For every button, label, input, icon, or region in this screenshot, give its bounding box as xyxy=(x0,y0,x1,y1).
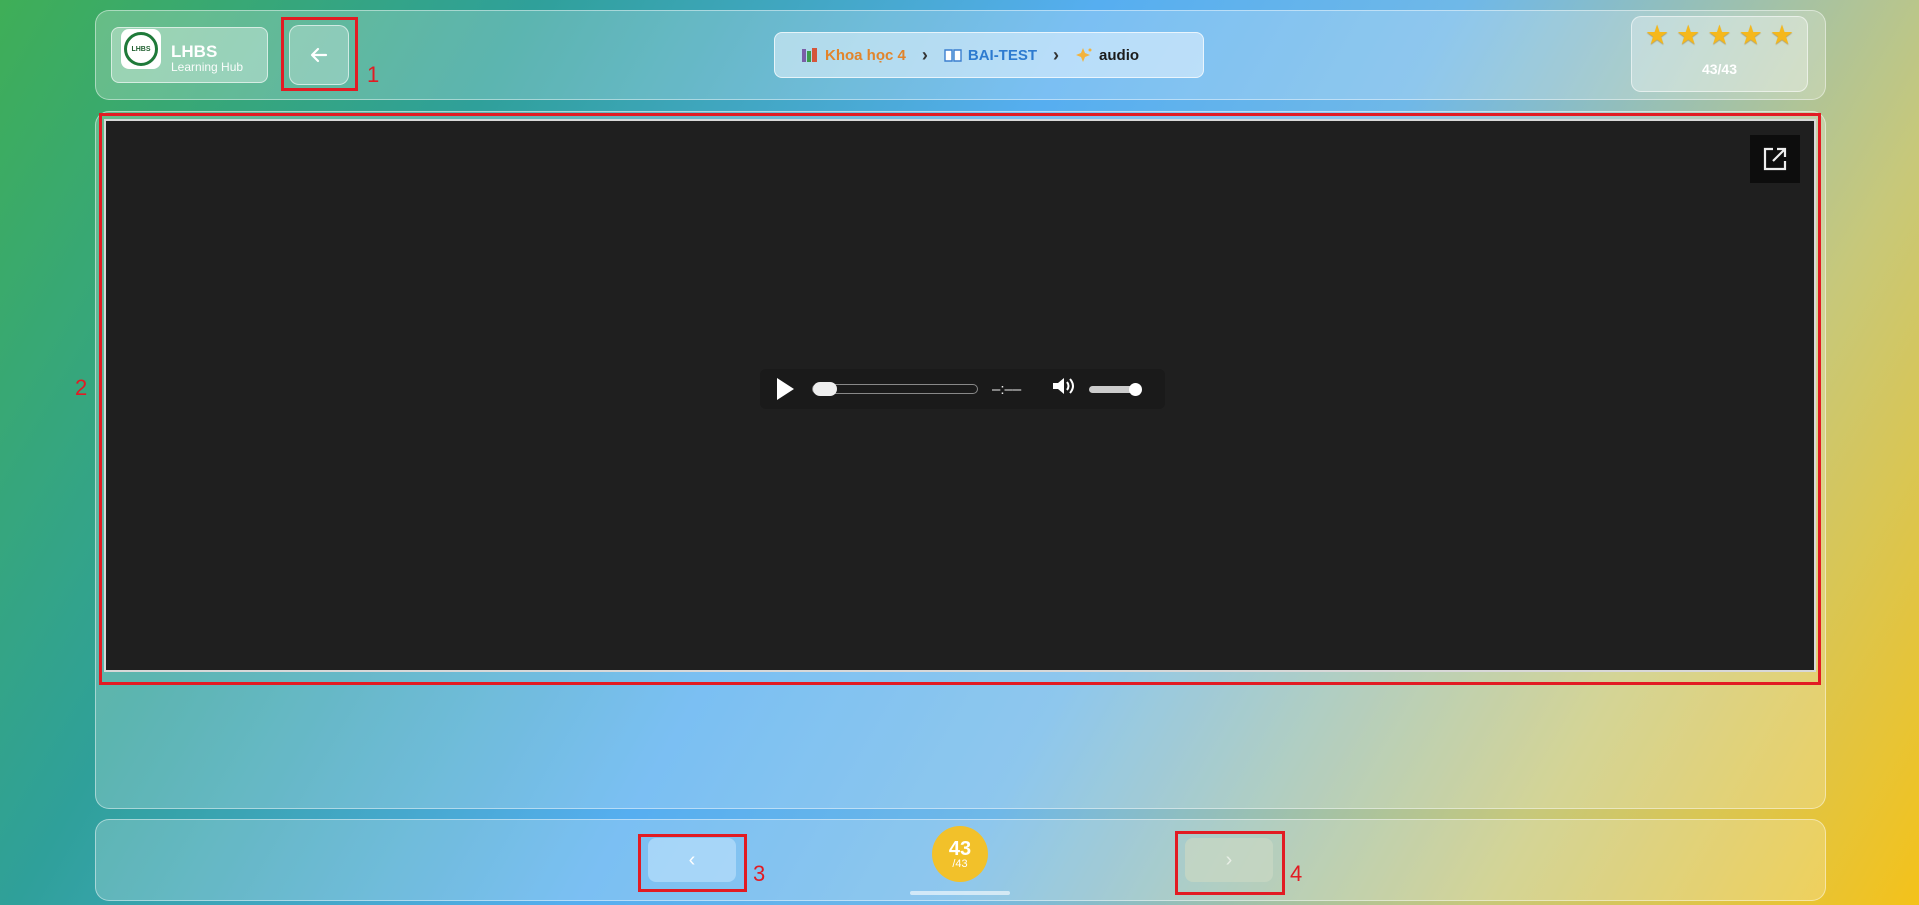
page-current: 43 xyxy=(948,837,972,860)
annotation-label-1: 1 xyxy=(367,62,380,87)
book-icon xyxy=(944,49,962,62)
app-title: LHBS xyxy=(171,41,218,61)
stars-card: ★ ★ ★ ★ ★ 43/43 xyxy=(1631,16,1808,92)
breadcrumb-label: Khoa học 4 xyxy=(825,46,906,64)
logo-text: LHBS Learning Hub xyxy=(171,41,244,74)
star-icon: ★ xyxy=(1707,20,1732,50)
page-total: /43 xyxy=(952,857,968,870)
star-icon: ★ xyxy=(1676,20,1701,50)
app-subtitle: Learning Hub xyxy=(171,59,244,74)
progress-count: 43/43 xyxy=(1701,61,1738,77)
breadcrumb-label: BAI-TEST xyxy=(967,46,1038,64)
star-icon: ★ xyxy=(1644,20,1670,50)
breadcrumb-item-course[interactable]: Khoa học 4 xyxy=(801,47,906,64)
logo-seal: LHBS xyxy=(124,32,158,66)
annotation-box-3 xyxy=(638,834,747,892)
annotation-label-2: 2 xyxy=(75,375,88,400)
star-icon: ★ xyxy=(1769,20,1795,50)
breadcrumb-item-current: audio xyxy=(1075,47,1139,64)
books-icon xyxy=(802,48,817,62)
app-logo[interactable]: LHBS LHBS Learning Hub xyxy=(111,27,268,83)
star-icon: ★ xyxy=(1738,20,1763,50)
annotation-label-3: 3 xyxy=(753,861,766,886)
annotation-label-4: 4 xyxy=(1290,861,1303,886)
breadcrumb-label: audio xyxy=(1099,46,1140,64)
annotation-box-1 xyxy=(281,17,358,91)
annotation-box-4 xyxy=(1175,831,1285,895)
chevron-right-icon: › xyxy=(921,44,928,65)
page-indicator: 43 /43 xyxy=(932,826,988,882)
annotation-box-2 xyxy=(99,113,1821,685)
logo-badge: LHBS xyxy=(121,29,161,69)
breadcrumb: Khoa học 4 › BAI-TEST › audio xyxy=(774,32,1204,78)
chevron-right-icon: › xyxy=(1053,44,1060,65)
scroll-indicator xyxy=(910,891,1010,895)
breadcrumb-item-lesson[interactable]: BAI-TEST xyxy=(944,47,1037,64)
sparkle-icon xyxy=(1076,48,1092,62)
star-rating: ★ ★ ★ ★ ★ xyxy=(1632,20,1807,51)
